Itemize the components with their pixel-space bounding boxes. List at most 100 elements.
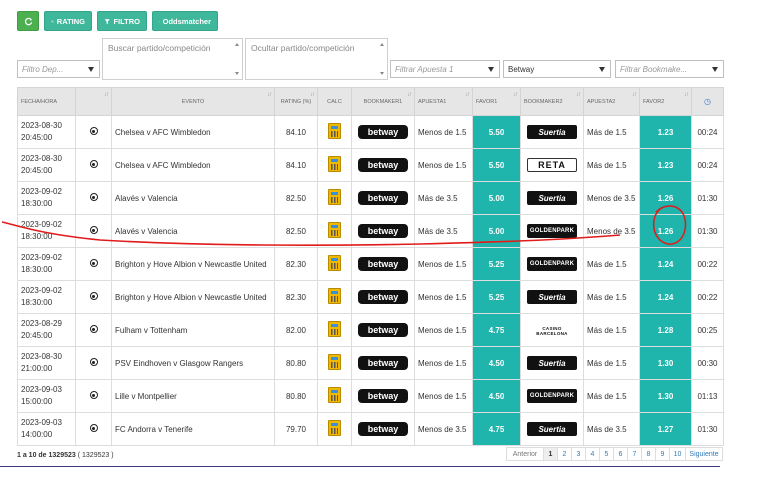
row-favor1: 4.50 bbox=[472, 379, 521, 413]
row-apuesta2: Menos de 3.5 bbox=[583, 214, 640, 248]
deporte-filter-placeholder: Filtro Dep... bbox=[22, 65, 64, 74]
bookmaker1-filter-select[interactable]: Betway bbox=[503, 60, 611, 78]
rating-button[interactable]: RATING bbox=[44, 11, 92, 31]
calculator-icon[interactable] bbox=[328, 354, 341, 370]
row-favor2: 1.28 bbox=[639, 313, 692, 347]
pagination-page-1[interactable]: 1 bbox=[543, 447, 558, 461]
row-rating: 80.80 bbox=[274, 379, 318, 413]
row-event: Chelsea v AFC Wimbledon bbox=[111, 115, 275, 149]
calculator-icon[interactable] bbox=[328, 420, 341, 436]
pagination-page-9[interactable]: 9 bbox=[655, 447, 670, 461]
calc-cell bbox=[317, 346, 352, 380]
table-row[interactable]: 2023-09-02 18:30:00 Alavés v Valencia 82.50… bbox=[17, 181, 724, 215]
column-header-rating[interactable]: RATING (%) ↓↑ bbox=[274, 87, 318, 116]
calculator-icon[interactable] bbox=[328, 189, 341, 205]
row-apuesta2: Más de 1.5 bbox=[583, 148, 640, 182]
row-datetime: 2023-09-02 18:30:00 bbox=[17, 214, 76, 248]
bookmaker2-cell: GOLDENPARK bbox=[520, 379, 584, 413]
soccer-ball-icon bbox=[89, 424, 98, 432]
calculator-icon[interactable] bbox=[328, 222, 341, 238]
table-row[interactable]: 2023-08-30 21:00:00 PSV Eindhoven v Glasgo… bbox=[17, 346, 724, 380]
chevron-down-icon bbox=[712, 67, 718, 72]
calculator-icon[interactable] bbox=[328, 288, 341, 304]
table-row[interactable]: 2023-09-02 18:30:00 Brighton y Hove Albion… bbox=[17, 280, 724, 314]
calculator-icon[interactable] bbox=[328, 255, 341, 271]
bookmaker1-cell: betway bbox=[351, 181, 415, 215]
buscar-partido-input[interactable]: Buscar partido/competición bbox=[102, 38, 243, 80]
column-header-apuesta1[interactable]: APUESTA1 ↓↑ bbox=[414, 87, 473, 116]
row-favor2: 1.27 bbox=[639, 412, 692, 446]
scrollbar[interactable] bbox=[233, 40, 241, 78]
pagination-page-2[interactable]: 2 bbox=[557, 447, 572, 461]
table-row[interactable]: 2023-09-02 18:30:00 Brighton y Hove Albion… bbox=[17, 247, 724, 281]
row-time-left: 00:22 bbox=[691, 280, 724, 314]
ocultar-partido-input[interactable]: Ocultar partido/competición bbox=[245, 38, 388, 80]
soccer-ball-icon bbox=[89, 259, 98, 267]
row-datetime: 2023-08-30 20:45:00 bbox=[17, 148, 76, 182]
buscar-partido-placeholder: Buscar partido/competición bbox=[108, 43, 211, 53]
pagination-page-4[interactable]: 4 bbox=[585, 447, 600, 461]
sport-cell bbox=[75, 181, 112, 215]
table-row[interactable]: 2023-09-03 15:00:00 Lille v Montpellier 80.… bbox=[17, 379, 724, 413]
row-event: Alavés v Valencia bbox=[111, 181, 275, 215]
column-header-time-left[interactable]: ◷ bbox=[691, 87, 724, 116]
pagination-page-5[interactable]: 5 bbox=[599, 447, 614, 461]
bookmaker2-logo: CASINO BARCELONA bbox=[527, 323, 577, 338]
pagination-page-3[interactable]: 3 bbox=[571, 447, 586, 461]
pagination-prev-button[interactable]: Anterior bbox=[506, 447, 544, 461]
bookmaker2-logo: Suertia bbox=[527, 290, 577, 304]
bookmaker1-logo: betway bbox=[358, 323, 408, 337]
calculator-icon[interactable] bbox=[328, 387, 341, 403]
filtro-button[interactable]: FILTRO bbox=[97, 11, 147, 31]
table-row[interactable]: 2023-09-03 14:00:00 FC Andorra v Tenerife 7… bbox=[17, 412, 724, 446]
pagination-page-10[interactable]: 10 bbox=[669, 447, 686, 461]
scrollbar[interactable] bbox=[378, 40, 386, 78]
bookmaker1-cell: betway bbox=[351, 214, 415, 248]
calculator-icon[interactable] bbox=[328, 123, 341, 139]
row-rating: 82.00 bbox=[274, 313, 318, 347]
column-header-sport[interactable]: ↓↑ bbox=[75, 87, 112, 116]
table-row[interactable]: 2023-08-30 20:45:00 Chelsea v AFC Wimbledo… bbox=[17, 148, 724, 182]
bookmaker1-logo: betway bbox=[358, 389, 408, 403]
column-header-bookmaker2[interactable]: BOOKMAKER2 ↓↑ bbox=[520, 87, 584, 116]
column-header-calc[interactable]: CALC bbox=[317, 87, 352, 116]
bookmaker1-cell: betway bbox=[351, 148, 415, 182]
pagination-next-button[interactable]: Siguiente bbox=[685, 447, 723, 461]
column-header-favor2[interactable]: FAVOR2 ↓↑ bbox=[639, 87, 692, 116]
row-event: FC Andorra v Tenerife bbox=[111, 412, 275, 446]
refresh-button[interactable] bbox=[17, 11, 39, 31]
pagination-page-8[interactable]: 8 bbox=[641, 447, 656, 461]
calculator-icon[interactable] bbox=[328, 156, 341, 172]
row-apuesta1: Más de 3.5 bbox=[414, 181, 473, 215]
calculator-icon[interactable] bbox=[328, 321, 341, 337]
calc-cell bbox=[317, 214, 352, 248]
column-header-fecha[interactable]: FECHA/HORA bbox=[17, 87, 76, 116]
chevron-down-icon bbox=[599, 67, 605, 72]
clock-icon: ◷ bbox=[704, 97, 711, 106]
bookmaker1-cell: betway bbox=[351, 379, 415, 413]
bookmaker2-filter-select[interactable]: Filtrar Bookmake... bbox=[615, 60, 724, 78]
sort-icon: ↓↑ bbox=[632, 92, 637, 98]
row-rating: 79.70 bbox=[274, 412, 318, 446]
refresh-icon bbox=[24, 17, 32, 25]
soccer-ball-icon bbox=[89, 160, 98, 168]
pagination-page-7[interactable]: 7 bbox=[627, 447, 642, 461]
bookmaker1-filter-value: Betway bbox=[508, 65, 535, 74]
soccer-ball-icon bbox=[89, 127, 98, 135]
row-datetime: 2023-09-02 18:30:00 bbox=[17, 247, 76, 281]
row-apuesta2: Más de 1.5 bbox=[583, 115, 640, 149]
column-header-evento[interactable]: EVENTO ↓↑ bbox=[111, 87, 275, 116]
column-header-bookmaker1[interactable]: BOOKMAKER1 ↓↑ bbox=[351, 87, 415, 116]
column-header-favor1[interactable]: FAVOR1 ↓↑ bbox=[472, 87, 521, 116]
oddsmatcher-button[interactable]: Oddsmatcher bbox=[152, 11, 218, 31]
table-row[interactable]: 2023-08-29 20:45:00 Fulham v Tottenham 82.0… bbox=[17, 313, 724, 347]
pagination-page-6[interactable]: 6 bbox=[613, 447, 628, 461]
filtro-button-label: FILTRO bbox=[113, 16, 140, 26]
deporte-filter-select[interactable]: Filtro Dep... bbox=[17, 60, 100, 78]
bookmaker2-logo: GOLDENPARK bbox=[527, 389, 577, 403]
row-datetime: 2023-09-03 15:00:00 bbox=[17, 379, 76, 413]
column-header-apuesta2[interactable]: APUESTA2 ↓↑ bbox=[583, 87, 640, 116]
table-row[interactable]: 2023-08-30 20:45:00 Chelsea v AFC Wimbledo… bbox=[17, 115, 724, 149]
table-row[interactable]: 2023-09-02 18:30:00 Alavés v Valencia 82.50… bbox=[17, 214, 724, 248]
apuesta-filter-select[interactable]: Filtrar Apuesta 1 bbox=[390, 60, 500, 78]
